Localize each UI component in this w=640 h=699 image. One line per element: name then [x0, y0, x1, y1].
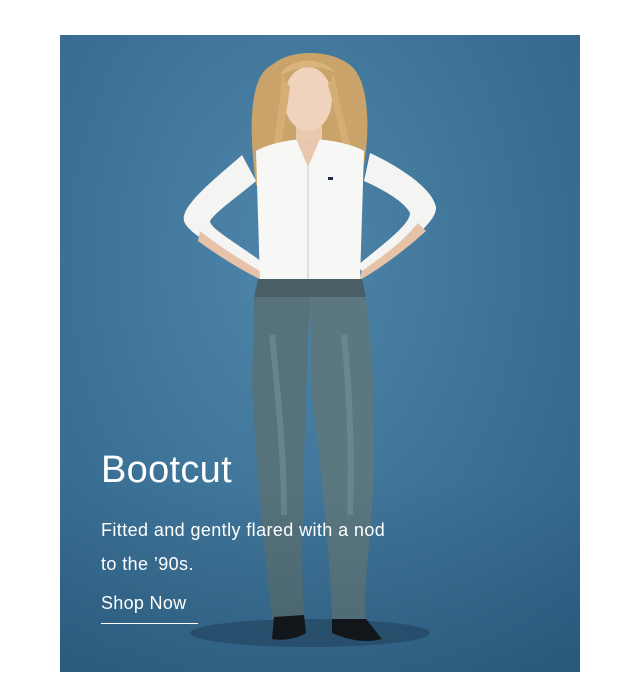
hero-title: Bootcut: [101, 449, 232, 491]
hero-banner[interactable]: Bootcut Fitted and gently flared with a …: [60, 35, 580, 672]
shop-now-link[interactable]: Shop Now: [101, 593, 198, 624]
hero-description: Fitted and gently flared with a nod to t…: [101, 520, 386, 574]
